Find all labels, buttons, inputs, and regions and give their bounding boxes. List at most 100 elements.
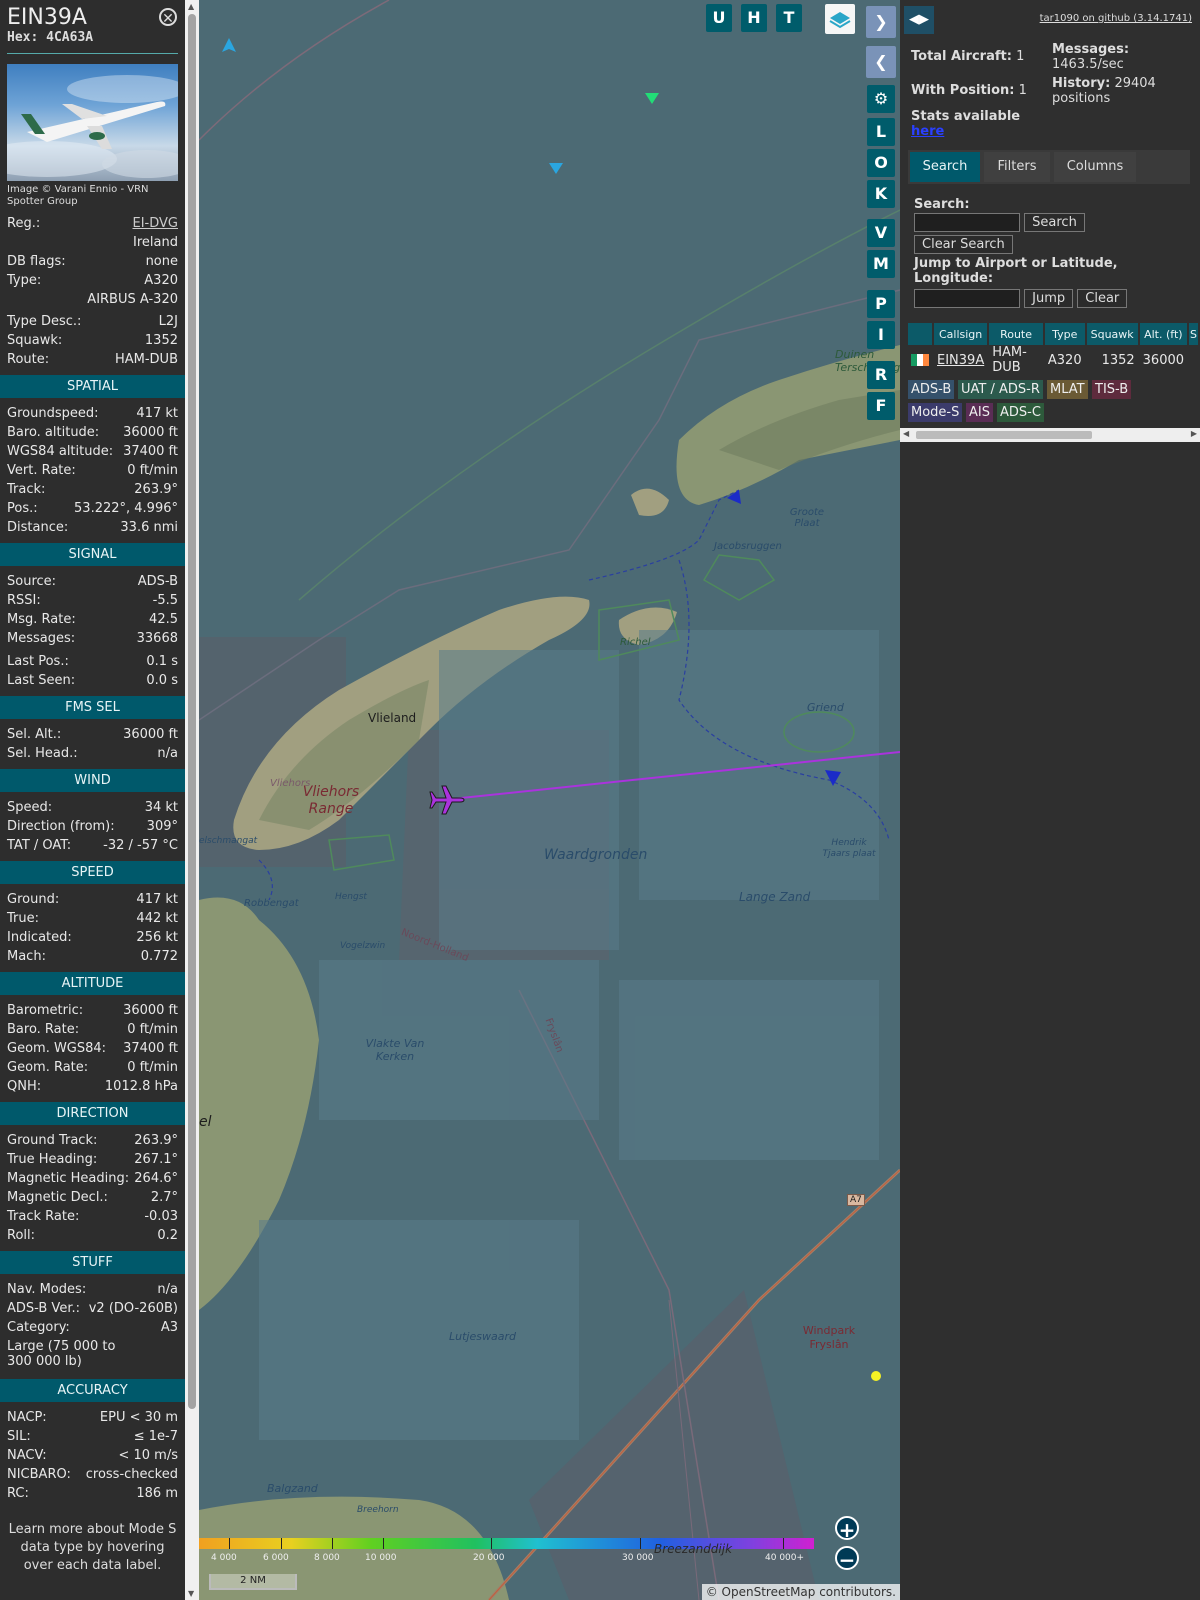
scroll-down-icon[interactable]: ▼	[188, 1589, 194, 1598]
info-label[interactable]: Type Desc.:	[7, 312, 81, 331]
info-label[interactable]: DB flags:	[7, 252, 66, 271]
info-label[interactable]: Type:	[7, 271, 41, 290]
callsign-cell[interactable]: EIN39A	[934, 345, 988, 375]
info-label[interactable]: Route:	[7, 350, 49, 369]
legend-item[interactable]: Mode-S	[908, 403, 963, 422]
clear-jump-button[interactable]: Clear	[1077, 289, 1128, 308]
column-speed[interactable]: S	[1189, 323, 1198, 345]
wind-label[interactable]: TAT / OAT:	[7, 836, 71, 855]
speed-label[interactable]: Ground:	[7, 890, 59, 909]
info-label[interactable]: Squawk:	[7, 331, 62, 350]
scroll-left-icon[interactable]: ◀	[903, 429, 909, 438]
altitude-label[interactable]: Geom. WGS84:	[7, 1039, 106, 1058]
stuff-label[interactable]: Nav. Modes:	[7, 1280, 86, 1299]
zoom-out-button[interactable]: −	[835, 1546, 859, 1572]
legend-item[interactable]: MLAT	[1047, 380, 1088, 399]
map-button-u[interactable]: U	[706, 4, 732, 32]
info-panel-scrollbar[interactable]: ▲ ▼	[185, 0, 199, 1600]
registration-link[interactable]: EI-DVG	[133, 214, 179, 233]
spatial-label[interactable]: Groundspeed:	[7, 404, 98, 423]
direction-label[interactable]: Ground Track:	[7, 1131, 97, 1150]
direction-label[interactable]: True Heading:	[7, 1150, 97, 1169]
accuracy-label[interactable]: NACV:	[7, 1446, 47, 1465]
map-button-m[interactable]: M	[867, 250, 895, 278]
scroll-up-icon[interactable]: ▲	[188, 2, 194, 11]
jump-input[interactable]	[914, 289, 1020, 308]
column-route[interactable]: Route	[989, 323, 1043, 345]
spatial-label[interactable]: WGS84 altitude:	[7, 442, 113, 461]
horizontal-scrollbar-thumb[interactable]	[916, 431, 1092, 439]
search-button[interactable]: Search	[1024, 213, 1085, 232]
legend-item[interactable]: UAT / ADS-R	[958, 380, 1043, 399]
map-button-i[interactable]: I	[867, 321, 895, 349]
altitude-label[interactable]: Barometric:	[7, 1001, 83, 1020]
accuracy-label[interactable]: RC:	[7, 1484, 29, 1503]
map-button-k[interactable]: K	[867, 180, 895, 208]
signal-label[interactable]: Last Pos.:	[7, 652, 69, 671]
column-type[interactable]: Type	[1044, 323, 1085, 345]
github-link[interactable]: tar1090 on github (3.14.1741)	[1040, 13, 1192, 24]
settings-button[interactable]: ⚙	[867, 85, 895, 113]
table-horizontal-scrollbar[interactable]: ◀ ▶	[900, 428, 1200, 442]
wind-label[interactable]: Speed:	[7, 798, 52, 817]
spatial-label[interactable]: Baro. altitude:	[7, 423, 99, 442]
map-button-l[interactable]: L	[867, 118, 895, 146]
spatial-label[interactable]: Vert. Rate:	[7, 461, 76, 480]
signal-label[interactable]: Msg. Rate:	[7, 610, 76, 629]
wind-label[interactable]: Direction (from):	[7, 817, 115, 836]
accuracy-label[interactable]: NICBARO:	[7, 1465, 71, 1484]
altitude-label[interactable]: Geom. Rate:	[7, 1058, 88, 1077]
speed-label[interactable]: Indicated:	[7, 928, 72, 947]
direction-label[interactable]: Magnetic Decl.:	[7, 1188, 108, 1207]
table-row[interactable]: EIN39A HAM-DUB A320 1352 36000	[908, 345, 1198, 375]
altitude-label[interactable]: QNH:	[7, 1077, 41, 1096]
map-attribution[interactable]: © OpenStreetMap contributors.	[701, 1584, 900, 1600]
clear-search-button[interactable]: Clear Search	[914, 235, 1013, 254]
zoom-in-button[interactable]: +	[835, 1516, 859, 1542]
map-button-h[interactable]: H	[741, 4, 767, 32]
spatial-label[interactable]: Track:	[7, 480, 45, 499]
stuff-label[interactable]: ADS-B Ver.:	[7, 1299, 80, 1318]
toggle-sidebar-button[interactable]: ◀▶	[904, 6, 934, 34]
stuff-label[interactable]: Category:	[7, 1318, 70, 1337]
signal-label[interactable]: RSSI:	[7, 591, 41, 610]
map-button-o[interactable]: O	[867, 149, 895, 177]
direction-label[interactable]: Roll:	[7, 1226, 35, 1245]
direction-label[interactable]: Track Rate:	[7, 1207, 79, 1226]
accuracy-label[interactable]: SIL:	[7, 1427, 31, 1446]
map-button-f[interactable]: F	[867, 392, 895, 420]
map-button-r[interactable]: R	[867, 361, 895, 389]
map-view[interactable]: Vlieland Vliehors Vliehors Range Waardgr…	[199, 0, 900, 1600]
tab-search[interactable]: Search	[910, 152, 980, 182]
scroll-right-icon[interactable]: ▶	[1191, 429, 1197, 438]
signal-label[interactable]: Last Seen:	[7, 671, 75, 690]
map-button-p[interactable]: P	[867, 290, 895, 318]
scrollbar-thumb[interactable]	[188, 14, 196, 1409]
expand-right-button[interactable]: ❯	[866, 6, 896, 38]
column-altitude[interactable]: Alt. (ft)	[1139, 323, 1188, 345]
selected-aircraft-icon[interactable]	[428, 780, 468, 820]
legend-item[interactable]: ADS-C	[997, 403, 1044, 422]
signal-label[interactable]: Source:	[7, 572, 56, 591]
collapse-left-button[interactable]: ❮	[866, 46, 896, 78]
stats-link[interactable]: here	[911, 124, 944, 139]
map-button-v[interactable]: V	[867, 219, 895, 247]
fms-label[interactable]: Sel. Head.:	[7, 744, 78, 763]
altitude-label[interactable]: Baro. Rate:	[7, 1020, 79, 1039]
tab-columns[interactable]: Columns	[1054, 152, 1136, 182]
tab-filters[interactable]: Filters	[984, 152, 1050, 182]
column-callsign[interactable]: Callsign	[934, 323, 988, 345]
direction-label[interactable]: Magnetic Heading:	[7, 1169, 129, 1188]
layers-button[interactable]	[825, 4, 855, 34]
signal-label[interactable]: Messages:	[7, 629, 75, 648]
jump-button[interactable]: Jump	[1024, 289, 1074, 308]
spatial-label[interactable]: Distance:	[7, 518, 68, 537]
column-flag[interactable]	[908, 323, 932, 345]
map-button-t[interactable]: T	[776, 4, 802, 32]
accuracy-label[interactable]: NACP:	[7, 1408, 47, 1427]
legend-item[interactable]: ADS-B	[908, 380, 955, 399]
legend-item[interactable]: TIS-B	[1092, 380, 1132, 399]
legend-item[interactable]: AIS	[966, 403, 993, 422]
aircraft-photo[interactable]	[7, 64, 178, 181]
fms-label[interactable]: Sel. Alt.:	[7, 725, 61, 744]
